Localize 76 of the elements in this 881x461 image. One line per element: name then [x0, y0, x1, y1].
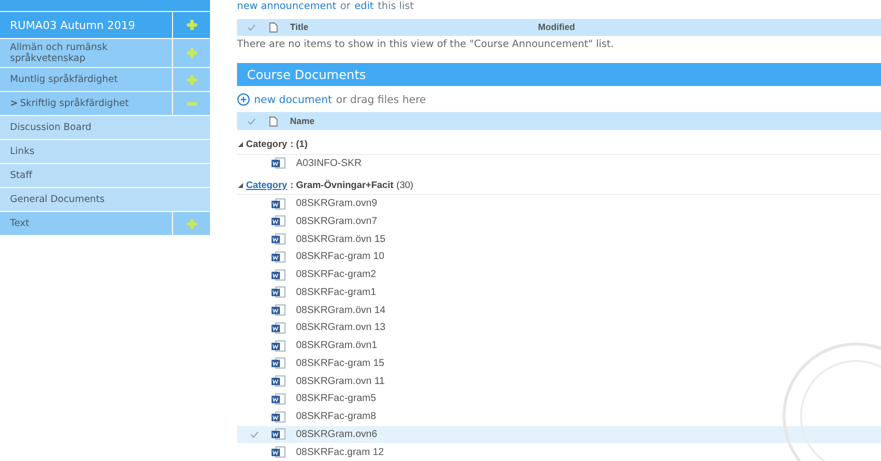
file-name[interactable]: 08SKRGram.ovn6	[296, 428, 378, 440]
word-file-icon	[271, 375, 286, 388]
file-name[interactable]: 08SKRFac-gram 10	[296, 251, 384, 262]
file-name[interactable]: 08SKRFac-gram5	[296, 393, 376, 404]
new-announcement-link[interactable]: new announcement	[237, 0, 336, 12]
file-name[interactable]: 08SKRFac.gram 12	[296, 446, 384, 458]
row-check-icon	[250, 430, 258, 438]
nav-item[interactable]: General Documents	[0, 188, 210, 211]
word-file-icon	[271, 428, 286, 440]
word-file-icon	[271, 250, 286, 263]
file-name[interactable]: 08SKRGram.ovn9	[296, 198, 378, 210]
new-document-link[interactable]: new document	[254, 94, 332, 106]
word-file-icon	[271, 215, 286, 228]
nav-item[interactable]: Staff	[0, 164, 210, 187]
file-name[interactable]: 08SKRFac-gram8	[296, 411, 376, 422]
file-name[interactable]: A03INFO-SKR	[296, 158, 362, 169]
file-name[interactable]: 08SKRGram.övn 14	[296, 304, 386, 316]
document-icon	[269, 116, 278, 127]
document-row[interactable]: 08SKRGram.övn 14	[237, 301, 881, 320]
word-file-icon	[271, 392, 286, 405]
document-row[interactable]: A03INFO-SKR	[237, 154, 881, 172]
document-row[interactable]: 08SKRFac.gram 12	[237, 443, 881, 461]
document-icon	[269, 22, 278, 33]
document-row[interactable]: 08SKRFac-gram8	[237, 408, 881, 426]
file-name[interactable]: 08SKRFac-gram 15	[296, 358, 384, 369]
group-value: : (1)	[290, 139, 308, 150]
word-file-icon	[271, 304, 286, 316]
list-text: this list	[378, 0, 414, 12]
collapse-icon[interactable]	[238, 142, 243, 148]
file-name[interactable]: 08SKRFac-gram2	[296, 269, 376, 280]
document-row[interactable]: 08SKRFac-gram2	[237, 266, 881, 284]
file-name[interactable]: 08SKRGram.övn 15	[296, 234, 386, 245]
document-row[interactable]: 08SKRGram.övn1	[237, 336, 881, 355]
document-row[interactable]: 08SKRFac-gram5	[237, 390, 881, 408]
select-all-check-icon	[247, 24, 256, 31]
drag-hint-text: or drag files here	[336, 94, 426, 106]
edit-link[interactable]: edit	[354, 0, 374, 12]
or-text: or	[340, 0, 350, 12]
category-link[interactable]: Category	[246, 180, 288, 191]
document-row[interactable]: 08SKRFac-gram 15	[237, 354, 881, 372]
column-header[interactable]: Title	[290, 22, 538, 32]
document-row[interactable]: 08SKRFac-gram 10	[237, 248, 881, 266]
collapse-icon[interactable]	[238, 182, 243, 188]
document-row[interactable]: 08SKRGram.övn 15	[237, 230, 881, 248]
group-value: : Gram-Övningar+Facit	[290, 180, 394, 191]
word-file-icon	[271, 357, 286, 370]
file-name[interactable]: 08SKRGram.ovn 11	[296, 376, 385, 387]
document-row[interactable]: 08SKRGram.ovn7	[237, 212, 881, 230]
word-file-icon	[271, 268, 286, 281]
document-row[interactable]: 08SKRFac-gram1	[237, 284, 881, 302]
word-file-icon	[271, 157, 286, 170]
document-row[interactable]: 08SKRGram.ovn 13	[237, 319, 881, 337]
group-count: (30)	[396, 180, 414, 191]
file-name[interactable]: 08SKRGram.ovn7	[296, 216, 378, 227]
nav-item[interactable]: Links	[0, 140, 210, 163]
empty-list-message: There are no items to show in this view of the "Course Announcement" list.	[237, 38, 615, 52]
column-header[interactable]: Name	[290, 116, 538, 126]
word-file-icon	[271, 446, 286, 458]
section-title-bar: Course Documents	[237, 62, 881, 86]
word-file-icon	[271, 410, 286, 423]
document-row[interactable]: 08SKRGram.ovn6	[237, 426, 881, 444]
word-file-icon	[271, 233, 286, 246]
word-file-icon	[271, 198, 286, 210]
nav-item[interactable]: Discussion Board	[0, 116, 210, 139]
file-name[interactable]: 08SKRFac-gram1	[296, 286, 376, 298]
word-file-icon	[271, 286, 286, 298]
column-header[interactable]: Modified	[538, 22, 575, 32]
circle-plus-icon[interactable]	[237, 93, 250, 106]
file-name[interactable]: 08SKRGram.ovn 13	[296, 322, 386, 334]
file-name[interactable]: 08SKRGram.övn1	[296, 340, 378, 352]
word-file-icon	[271, 322, 286, 334]
document-row[interactable]: 08SKRGram.ovn9	[237, 194, 881, 213]
select-all-check-icon	[247, 118, 256, 125]
document-row[interactable]: 08SKRGram.ovn 11	[237, 372, 881, 390]
word-file-icon	[271, 340, 286, 352]
group-label: Category	[246, 139, 288, 150]
